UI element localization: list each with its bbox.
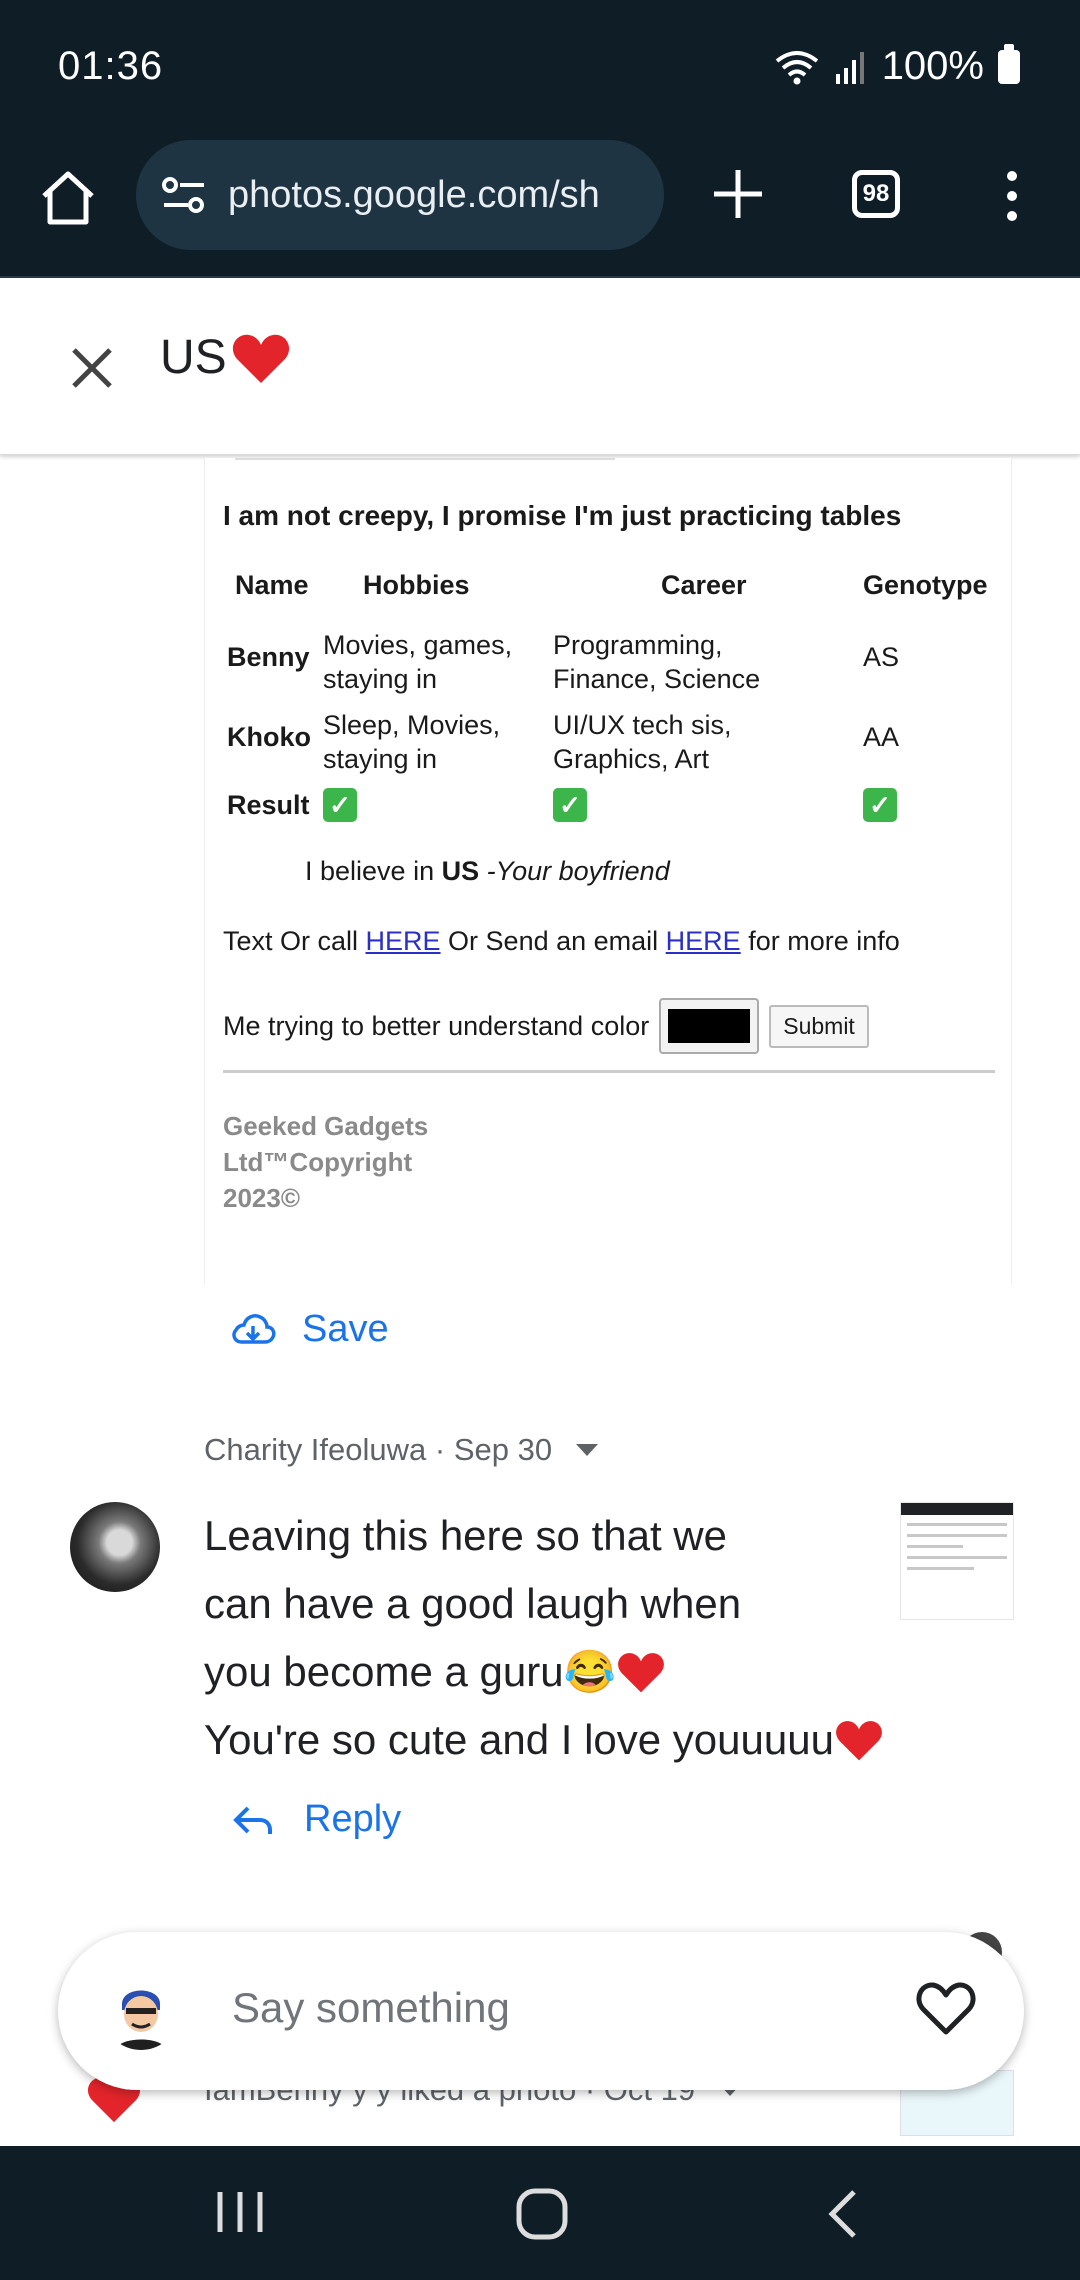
table-header: Hobbies [363,570,470,600]
close-icon[interactable] [66,342,118,394]
reply-label: Reply [304,1798,402,1840]
table-cell: Khoko [227,722,311,752]
save-label: Save [302,1307,389,1350]
comment-input[interactable]: Say something [232,1984,510,2032]
red-heart-emoji-icon [617,1653,664,1693]
table-header: Genotype [863,570,988,600]
user-avatar [102,1972,180,2050]
photo-divider [235,458,615,460]
status-time: 01:36 [58,44,164,88]
photo-footer: Geeked Gadgets Ltd™Copyright 2023© [223,1111,429,1213]
comments-panel-header: US [0,278,1080,455]
red-heart-emoji-icon [232,334,289,383]
call-link: HERE [365,926,441,956]
home-nav-icon[interactable] [514,2186,570,2242]
url-text: photos.google.com/sh [228,173,600,216]
color-line: Me trying to better understand color Sub… [223,998,869,1054]
email-link: HERE [665,926,741,956]
comment-line: can have a good laugh when [204,1580,742,1627]
comment-compose-bar[interactable]: Say something [58,1932,1024,2090]
contact-text: for more info [740,926,900,956]
system-navigation-bar [0,2146,1080,2280]
battery-percentage: 100% [881,44,984,88]
contact-text: Or Send an email [440,926,666,956]
table-cell: UI/UX tech sis, Graphics, Art [553,710,732,774]
browser-toolbar: photos.google.com/sh 98 [0,140,1080,278]
photo-submit-button: Submit [769,1004,869,1048]
back-nav-icon[interactable] [820,2186,866,2242]
reply-button[interactable]: Reply [230,1798,401,1841]
comment-line: You're so cute and I love youuuuu [204,1706,944,1774]
table-cell: Movies, games, staying in [323,630,513,694]
heart-outline-icon[interactable] [914,1978,978,2038]
checkmark-icon: ✓ [863,788,897,822]
comment-line: you become a guru😂 [204,1638,944,1706]
comment-line-text: you become a guru😂 [204,1648,616,1695]
quote-suffix: -Your boyfriend [479,856,670,886]
album-title: US [160,330,291,385]
boyfriend-quote: I believe in US -Your boyfriend [305,856,670,887]
comment-text: Leaving this here so that we can have a … [204,1502,944,1774]
photo-heading: I am not creepy, I promise I'm just prac… [223,500,902,531]
signal-icon [835,51,864,84]
checkmark-icon: ✓ [553,788,587,822]
recent-apps-icon[interactable] [212,2186,268,2238]
result-label: Result [227,790,310,820]
checkmark-icon: ✓ [323,788,357,822]
photo-rule [223,1070,995,1073]
red-heart-emoji-icon [836,1721,882,1761]
battery-icon [998,43,1020,84]
contact-text: Text Or call [223,926,366,956]
table-cell: Benny [227,642,310,672]
commenter-avatar[interactable] [70,1502,160,1592]
new-tab-icon[interactable] [708,164,768,224]
contact-line: Text Or call HERE Or Send an email HERE … [223,926,900,957]
color-label: Me trying to better understand color [223,1010,650,1041]
address-bar[interactable]: photos.google.com/sh [136,140,664,250]
table-cell: Sleep, Movies, staying in [323,710,501,774]
comment-meta: Charity Ifeoluwa · Sep 30 [204,1432,599,1468]
table-cell: Programming, Finance, Science [553,630,761,694]
cloud-download-icon [232,1314,276,1344]
comment-photo-thumbnail[interactable] [900,1502,1014,1620]
table-header: Name [235,570,309,600]
shared-photo[interactable]: I am not creepy, I promise I'm just prac… [204,458,1012,1284]
save-button[interactable]: Save [230,1306,389,1352]
table-cell: AA [863,722,900,752]
more-options-icon[interactable] [994,166,1030,226]
comment-options-caret-icon[interactable] [576,1444,599,1456]
comment-line-text: You're so cute and I love youuuuu [204,1716,834,1763]
quote-prefix: I believe in [305,856,442,886]
status-bar: 01:36 100% [0,0,1080,140]
home-icon[interactable] [36,166,100,230]
quote-bold: US [441,856,480,886]
comment-author-line: Charity Ifeoluwa · Sep 30 [204,1432,553,1467]
table-header: Career [661,570,747,600]
reply-arrow-icon [233,1806,272,1834]
table-cell: AS [863,642,900,672]
album-title-text: US [160,331,227,384]
comment-line: Leaving this here so that we [204,1512,727,1559]
tab-switcher-button[interactable]: 98 [852,170,900,218]
wifi-icon [775,50,818,84]
site-settings-icon[interactable] [160,175,208,215]
color-swatch [659,998,760,1054]
status-icons: 100% [774,43,1020,89]
